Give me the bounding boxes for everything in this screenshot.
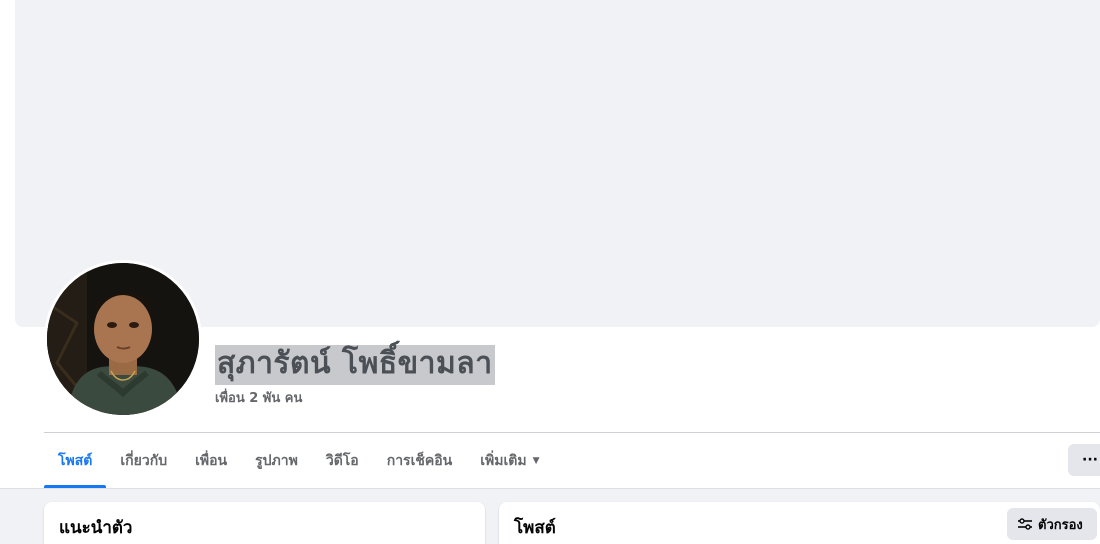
tab-label: เพิ่มเติม — [480, 452, 527, 469]
friends-count-link[interactable]: เพื่อน 2 พัน คน — [215, 387, 302, 408]
intro-card: แนะนำตัว — [44, 502, 485, 544]
profile-name: สุภารัตน์ โพธิ์ขามลา — [215, 345, 495, 385]
tab-label: โพสต์ — [58, 452, 93, 469]
profile-tabs: โพสต์ เกี่ยวกับ เพื่อน รูปภาพ วิดีโอ การ… — [44, 433, 554, 488]
filter-label: ตัวกรอง — [1038, 517, 1083, 533]
tab-posts[interactable]: โพสต์ — [44, 433, 107, 488]
more-icon: ··· — [1082, 452, 1098, 468]
caret-down-icon: ▼ — [532, 455, 540, 466]
tab-friends[interactable]: เพื่อน — [181, 433, 241, 488]
tab-label: การเช็คอิน — [386, 452, 453, 469]
tab-about[interactable]: เกี่ยวกับ — [106, 433, 181, 488]
sliders-icon — [1018, 518, 1032, 530]
avatar-photo — [47, 263, 199, 415]
tab-photos[interactable]: รูปภาพ — [241, 433, 312, 488]
tab-videos[interactable]: วิดีโอ — [312, 433, 373, 488]
tab-label: วิดีโอ — [325, 452, 359, 469]
tab-label: รูปภาพ — [255, 452, 298, 469]
profile-page: สุภารัตน์ โพธิ์ขามลา เพื่อน 2 พัน คน โพส… — [0, 0, 1100, 544]
tab-checkins[interactable]: การเช็คอิน — [373, 433, 467, 488]
tab-label: เพื่อน — [195, 452, 228, 469]
profile-picture-frame[interactable] — [44, 260, 202, 418]
avatar[interactable] — [47, 263, 199, 415]
tab-label: เกี่ยวกับ — [120, 452, 168, 469]
posts-card: โพสต์ ตัวกรอง — [499, 502, 1100, 544]
more-options-button[interactable]: ··· — [1068, 444, 1100, 476]
cover-photo[interactable] — [15, 0, 1100, 327]
intro-card-title: แนะนำตัว — [59, 518, 133, 538]
filter-button[interactable]: ตัวกรอง — [1007, 508, 1097, 540]
tab-more[interactable]: เพิ่มเติม ▼ — [466, 433, 553, 488]
posts-card-title: โพสต์ — [514, 518, 556, 538]
